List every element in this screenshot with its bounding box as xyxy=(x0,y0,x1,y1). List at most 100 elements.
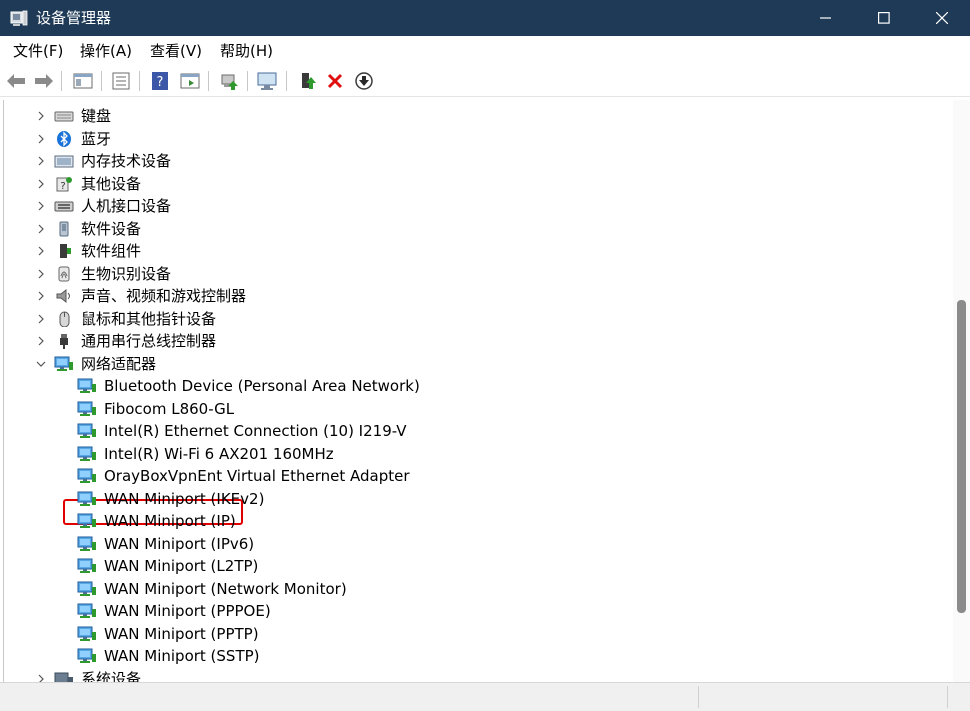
disable-device-icon xyxy=(355,72,373,90)
enable-device-icon xyxy=(302,73,316,89)
network-adapter-icon xyxy=(77,468,97,484)
enable-device-button[interactable] xyxy=(296,69,320,93)
chevron-right-icon[interactable] xyxy=(35,195,47,217)
software-component-icon xyxy=(54,243,74,259)
uninstall-device-button[interactable] xyxy=(323,69,347,93)
tree-category-label: 其他设备 xyxy=(81,174,142,193)
keyboard-icon xyxy=(54,108,74,124)
svg-text:?: ? xyxy=(157,75,164,90)
close-button[interactable] xyxy=(914,0,970,36)
toolbar: ? xyxy=(0,66,970,97)
network-adapter-icon xyxy=(77,423,97,439)
tree-category-label: 网络适配器 xyxy=(81,354,157,373)
mouse-icon xyxy=(54,311,74,327)
tree-category-label: 人机接口设备 xyxy=(81,197,172,215)
update-driver-button[interactable] xyxy=(217,69,241,93)
chevron-right-icon[interactable] xyxy=(35,308,47,330)
update-driver-icon xyxy=(221,74,238,90)
tree-item-label: WAN Miniport (PPTP) xyxy=(104,624,259,643)
hid-icon xyxy=(54,198,74,214)
chevron-right-icon[interactable] xyxy=(35,330,47,352)
tree-item-label: Intel(R) Ethernet Connection (10) I219-V xyxy=(104,422,407,440)
network-adapter-icon xyxy=(77,536,97,552)
memory-tech-device-icon xyxy=(54,153,74,169)
action-pane-button[interactable] xyxy=(178,69,202,93)
help-icon: ? xyxy=(152,72,168,90)
network-adapter-icon xyxy=(77,446,97,462)
chevron-right-icon[interactable] xyxy=(35,240,47,262)
tree-item-label: WAN Miniport (IP) xyxy=(104,512,236,530)
status-bar xyxy=(0,682,970,711)
tree-category-label: 键盘 xyxy=(81,107,112,125)
network-adapter-icon xyxy=(77,603,97,619)
tree-category-label: 鼠标和其他指针设备 xyxy=(81,309,217,328)
network-adapter-icon xyxy=(77,378,97,394)
chevron-right-icon[interactable] xyxy=(35,150,47,172)
scan-hardware-icon xyxy=(257,72,277,90)
show-hide-console-tree-button[interactable] xyxy=(71,69,95,93)
tree-category-label: 蓝牙 xyxy=(81,129,112,148)
tree-category-label: 生物识别设备 xyxy=(81,264,172,283)
show-hide-console-tree-icon xyxy=(73,73,93,89)
menu-item-0[interactable]: 文件(F) xyxy=(13,42,63,60)
network-adapter-icon xyxy=(77,626,97,642)
tree-item-label: WAN Miniport (IPv6) xyxy=(104,534,255,553)
network-adapter-icon xyxy=(77,581,97,597)
tree-item-label: OrayBoxVpnEnt Virtual Ethernet Adapter xyxy=(104,467,410,485)
chevron-right-icon[interactable] xyxy=(35,173,47,195)
uninstall-device-icon xyxy=(327,73,343,89)
back-arrow-icon xyxy=(7,74,25,88)
network-adapter-icon xyxy=(77,648,97,664)
audio-icon xyxy=(54,288,74,304)
tree-item-label: Intel(R) Wi-Fi 6 AX201 160MHz xyxy=(104,444,334,463)
action-pane-icon xyxy=(180,73,200,89)
chevron-right-icon[interactable] xyxy=(35,218,47,240)
biometric-icon xyxy=(54,266,74,282)
minimize-icon xyxy=(820,17,831,19)
forward-button[interactable] xyxy=(32,69,56,93)
window-title: 设备管理器 xyxy=(36,9,112,27)
chevron-right-icon[interactable] xyxy=(35,285,47,307)
bluetooth-icon xyxy=(54,130,74,147)
title-bar[interactable]: 设备管理器 xyxy=(0,0,970,36)
maximize-icon xyxy=(878,12,890,24)
help-button[interactable]: ? xyxy=(148,69,172,93)
network-adapter-icon xyxy=(77,513,97,529)
device-tree[interactable]: 键盘 蓝牙 内存技术设备? 其他设备 人机接口设备 软件设备 软件组件 生物识别设备 声音、视频… xyxy=(3,100,954,682)
usb-icon xyxy=(54,333,74,349)
chevron-right-icon[interactable] xyxy=(35,105,47,127)
tree-category-label: 系统设备 xyxy=(81,669,142,683)
menu-item-2[interactable]: 查看(V) xyxy=(150,42,202,60)
close-icon xyxy=(936,12,948,24)
chevron-right-icon[interactable] xyxy=(35,128,47,150)
disable-device-button[interactable] xyxy=(352,69,376,93)
menu-bar: 文件(F) 操作(A) 查看(V) 帮助(H) xyxy=(0,36,970,66)
chevron-right-icon[interactable] xyxy=(35,668,47,682)
menu-item-1[interactable]: 操作(A) xyxy=(80,42,132,60)
back-button[interactable] xyxy=(4,69,28,93)
maximize-button[interactable] xyxy=(856,0,912,36)
network-adapter-icon xyxy=(77,401,97,417)
minimize-button[interactable] xyxy=(798,0,854,36)
tree-category-label: 内存技术设备 xyxy=(81,152,172,170)
chevron-right-icon[interactable] xyxy=(35,263,47,285)
tree-item-label: WAN Miniport (IKEv2) xyxy=(104,489,265,508)
properties-icon xyxy=(112,72,130,90)
tree-item-label: WAN Miniport (PPPOE) xyxy=(104,602,271,620)
tree-category-label: 软件设备 xyxy=(81,219,142,238)
menu-item-3[interactable]: 帮助(H) xyxy=(220,42,273,60)
forward-arrow-icon xyxy=(35,74,53,88)
scan-hardware-button[interactable] xyxy=(255,69,279,93)
tree-item-label: Bluetooth Device (Personal Area Network) xyxy=(104,377,420,395)
other-devices-icon: ? xyxy=(54,176,74,192)
software-device-icon xyxy=(54,221,74,237)
tree-item-label: WAN Miniport (Network Monitor) xyxy=(104,579,347,598)
scrollbar-thumb[interactable] xyxy=(957,300,966,613)
svg-text:?: ? xyxy=(60,181,65,192)
network-adapter-icon xyxy=(54,356,74,372)
chevron-down-icon[interactable] xyxy=(35,353,47,375)
system-devices-icon xyxy=(54,671,74,682)
tree-item-label: WAN Miniport (L2TP) xyxy=(104,557,259,575)
properties-button[interactable] xyxy=(109,69,133,93)
tree-category-label: 通用串行总线控制器 xyxy=(81,332,217,350)
